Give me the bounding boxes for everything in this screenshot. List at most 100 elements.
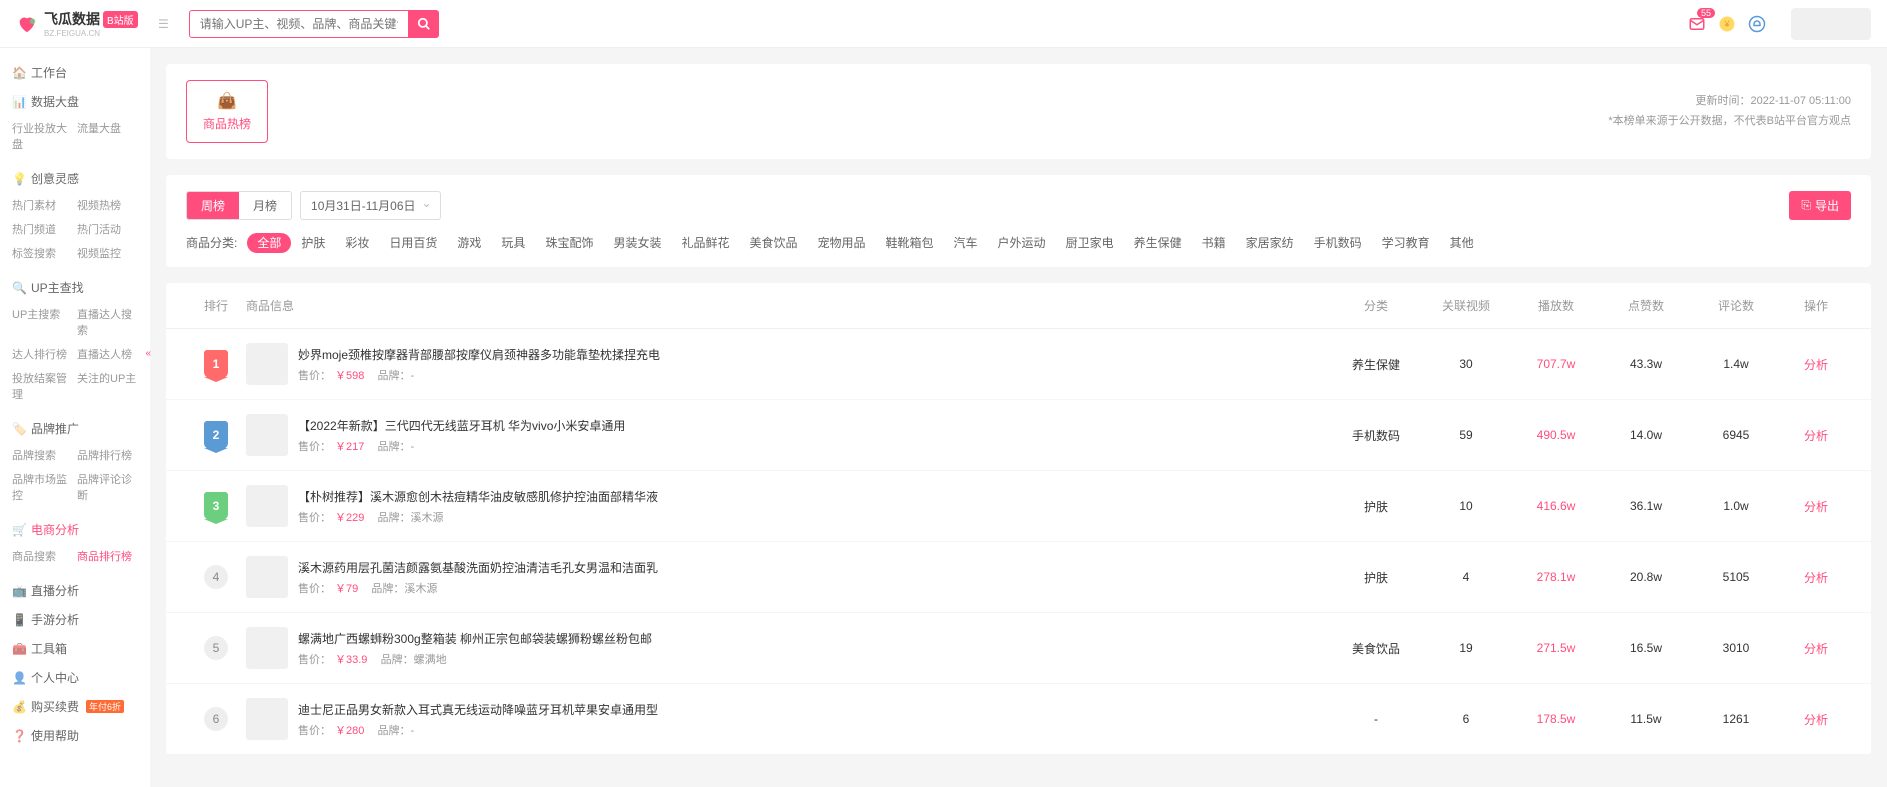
category-item[interactable]: 男装女装 (603, 233, 671, 253)
product-thumb[interactable] (246, 627, 288, 669)
sidebar-collapse-icon[interactable]: « (145, 348, 151, 359)
category-item[interactable]: 鞋靴箱包 (876, 233, 944, 253)
rank-badge: 1 (204, 350, 228, 378)
sidebar-sub-item[interactable]: 流量大盘 (77, 116, 142, 156)
category-item[interactable]: 彩妆 (335, 233, 379, 253)
sidebar-sub-item[interactable]: 热门活动 (77, 217, 142, 241)
product-title[interactable]: 迪士尼正品男女新款入耳式真无线运动降噪蓝牙耳机苹果安卓通用型 (298, 701, 658, 718)
period-tab[interactable]: 月榜 (239, 192, 291, 219)
category-item[interactable]: 游戏 (447, 233, 491, 253)
logo-badge: B站版 (103, 11, 138, 28)
sidebar-section[interactable]: 📺直播分析 (0, 574, 150, 603)
product-thumb[interactable] (246, 556, 288, 598)
rank-badge: 4 (204, 565, 228, 589)
sidebar-section[interactable]: 🛒电商分析 (0, 513, 150, 542)
sidebar-sub-item[interactable]: 品牌排行榜 (77, 443, 142, 467)
sidebar-sub-item[interactable]: 直播达人榜 (77, 342, 142, 366)
sidebar-section[interactable]: 🔍UP主查找 (0, 271, 150, 300)
svg-text:¥: ¥ (1723, 19, 1730, 29)
sidebar-sub-item[interactable]: 商品排行榜 (77, 544, 142, 568)
category-item[interactable]: 学习教育 (1372, 233, 1440, 253)
sidebar-sub-item[interactable]: 品牌搜索 (12, 443, 77, 467)
sidebar-section[interactable]: 🧰工具箱 (0, 632, 150, 661)
product-thumb[interactable] (246, 414, 288, 456)
sidebar-sub-item[interactable]: 标签搜索 (12, 241, 77, 265)
sidebar-section[interactable]: 💡创意灵感 (0, 162, 150, 191)
sidebar-sub-item[interactable]: 品牌评论诊断 (77, 467, 142, 507)
period-tabs: 周榜月榜 (186, 191, 292, 220)
sidebar-sub-item[interactable]: 视频监控 (77, 241, 142, 265)
category-item[interactable]: 家居家纺 (1236, 233, 1304, 253)
bag-icon: 👜 (203, 91, 251, 111)
category-item[interactable]: 手机数码 (1304, 233, 1372, 253)
category-item[interactable]: 日用百货 (379, 233, 447, 253)
logo[interactable]: 飞瓜数据 B站版 BZ.FEIGUA.CN (16, 9, 146, 38)
sidebar-section[interactable]: 📱手游分析 (0, 603, 150, 632)
search-input[interactable] (189, 10, 409, 38)
sidebar-sub-item[interactable]: 行业投放大盘 (12, 116, 77, 156)
category-item[interactable]: 美食饮品 (739, 233, 807, 253)
category-item[interactable]: 其他 (1440, 233, 1484, 253)
product-title[interactable]: 溪木源药用层孔菌洁颜露氨基酸洗面奶控油清洁毛孔女男温和洁面乳 (298, 559, 658, 576)
analyze-link[interactable]: 分析 (1804, 713, 1828, 727)
avatar[interactable] (1791, 8, 1871, 40)
cell-comments: 1261 (1691, 712, 1781, 726)
sidebar-label: 电商分析 (31, 521, 79, 538)
notification-icon[interactable]: 55 (1687, 14, 1707, 34)
category-item[interactable]: 厨卫家电 (1056, 233, 1124, 253)
product-title[interactable]: 妙界moje颈椎按摩器背部腰部按摩仪肩颈神器多功能靠垫枕揉捏充电 (298, 346, 660, 363)
category-item[interactable]: 养生保健 (1124, 233, 1192, 253)
export-button[interactable]: ⎘ 导出 (1789, 191, 1851, 220)
cell-likes: 20.8w (1601, 570, 1691, 584)
category-item[interactable]: 玩具 (491, 233, 535, 253)
search-button[interactable] (409, 10, 439, 38)
date-select[interactable]: 10月31日-11月06日 (300, 191, 441, 220)
topbar: 飞瓜数据 B站版 BZ.FEIGUA.CN ☰ 55 ¥ (0, 0, 1887, 48)
product-title[interactable]: 【2022年新款】三代四代无线蓝牙耳机 华为vivo小米安卓通用 (298, 417, 625, 434)
cell-category: 护肤 (1331, 569, 1421, 586)
sidebar-sub-item[interactable]: 品牌市场监控 (12, 467, 77, 507)
category-label: 商品分类: (186, 234, 237, 251)
sidebar-section[interactable]: 🏷️品牌推广 (0, 412, 150, 441)
sidebar-section[interactable]: 🏠工作台 (0, 56, 150, 85)
sidebar-sub-item[interactable]: 热门素材 (12, 193, 77, 217)
category-item[interactable]: 宠物用品 (808, 233, 876, 253)
product-title[interactable]: 螺满地广西螺蛳粉300g整箱装 柳州正宗包邮袋装螺狮粉螺丝粉包邮 (298, 630, 652, 647)
period-tab[interactable]: 周榜 (187, 192, 239, 219)
category-item[interactable]: 礼品鲜花 (671, 233, 739, 253)
category-item[interactable]: 珠宝配饰 (535, 233, 603, 253)
analyze-link[interactable]: 分析 (1804, 642, 1828, 656)
sidebar-sub-item[interactable]: 直播达人搜索 (77, 302, 142, 342)
category-item[interactable]: 护肤 (291, 233, 335, 253)
sidebar-sub-item[interactable]: 关注的UP主 (77, 366, 142, 406)
analyze-link[interactable]: 分析 (1804, 429, 1828, 443)
hot-badge[interactable]: 👜 商品热榜 (186, 80, 268, 143)
product-thumb[interactable] (246, 485, 288, 527)
sidebar-section[interactable]: ❓使用帮助 (0, 719, 150, 748)
sidebar-sub-item[interactable]: UP主搜索 (12, 302, 77, 342)
th-comments: 评论数 (1691, 297, 1781, 314)
menu-toggle-icon[interactable]: ☰ (146, 17, 181, 31)
sidebar-section[interactable]: 💰购买续费年付6折 (0, 690, 150, 719)
product-title[interactable]: 【朴树推荐】溪木源愈创木祛痘精华油皮敏感肌修护控油面部精华液 (298, 488, 658, 505)
sidebar-sub-item[interactable]: 热门频道 (12, 217, 77, 241)
category-item[interactable]: 汽车 (944, 233, 988, 253)
product-thumb[interactable] (246, 698, 288, 740)
support-icon[interactable] (1747, 14, 1767, 34)
sidebar-section[interactable]: 👤个人中心 (0, 661, 150, 690)
sidebar-section[interactable]: 📊数据大盘 (0, 85, 150, 114)
coin-icon[interactable]: ¥ (1717, 14, 1737, 34)
product-meta: 售价：￥598 品牌：- (298, 367, 660, 383)
sidebar-sub-item[interactable]: 视频热榜 (77, 193, 142, 217)
product-brand: - (411, 725, 415, 737)
sidebar-sub-item[interactable]: 达人排行榜 (12, 342, 77, 366)
sidebar-sub-item[interactable]: 商品搜索 (12, 544, 77, 568)
analyze-link[interactable]: 分析 (1804, 571, 1828, 585)
sidebar-sub-item[interactable]: 投放结案管理 (12, 366, 77, 406)
category-item[interactable]: 全部 (247, 233, 291, 253)
category-item[interactable]: 户外运动 (988, 233, 1056, 253)
analyze-link[interactable]: 分析 (1804, 500, 1828, 514)
analyze-link[interactable]: 分析 (1804, 358, 1828, 372)
product-thumb[interactable] (246, 343, 288, 385)
category-item[interactable]: 书籍 (1192, 233, 1236, 253)
